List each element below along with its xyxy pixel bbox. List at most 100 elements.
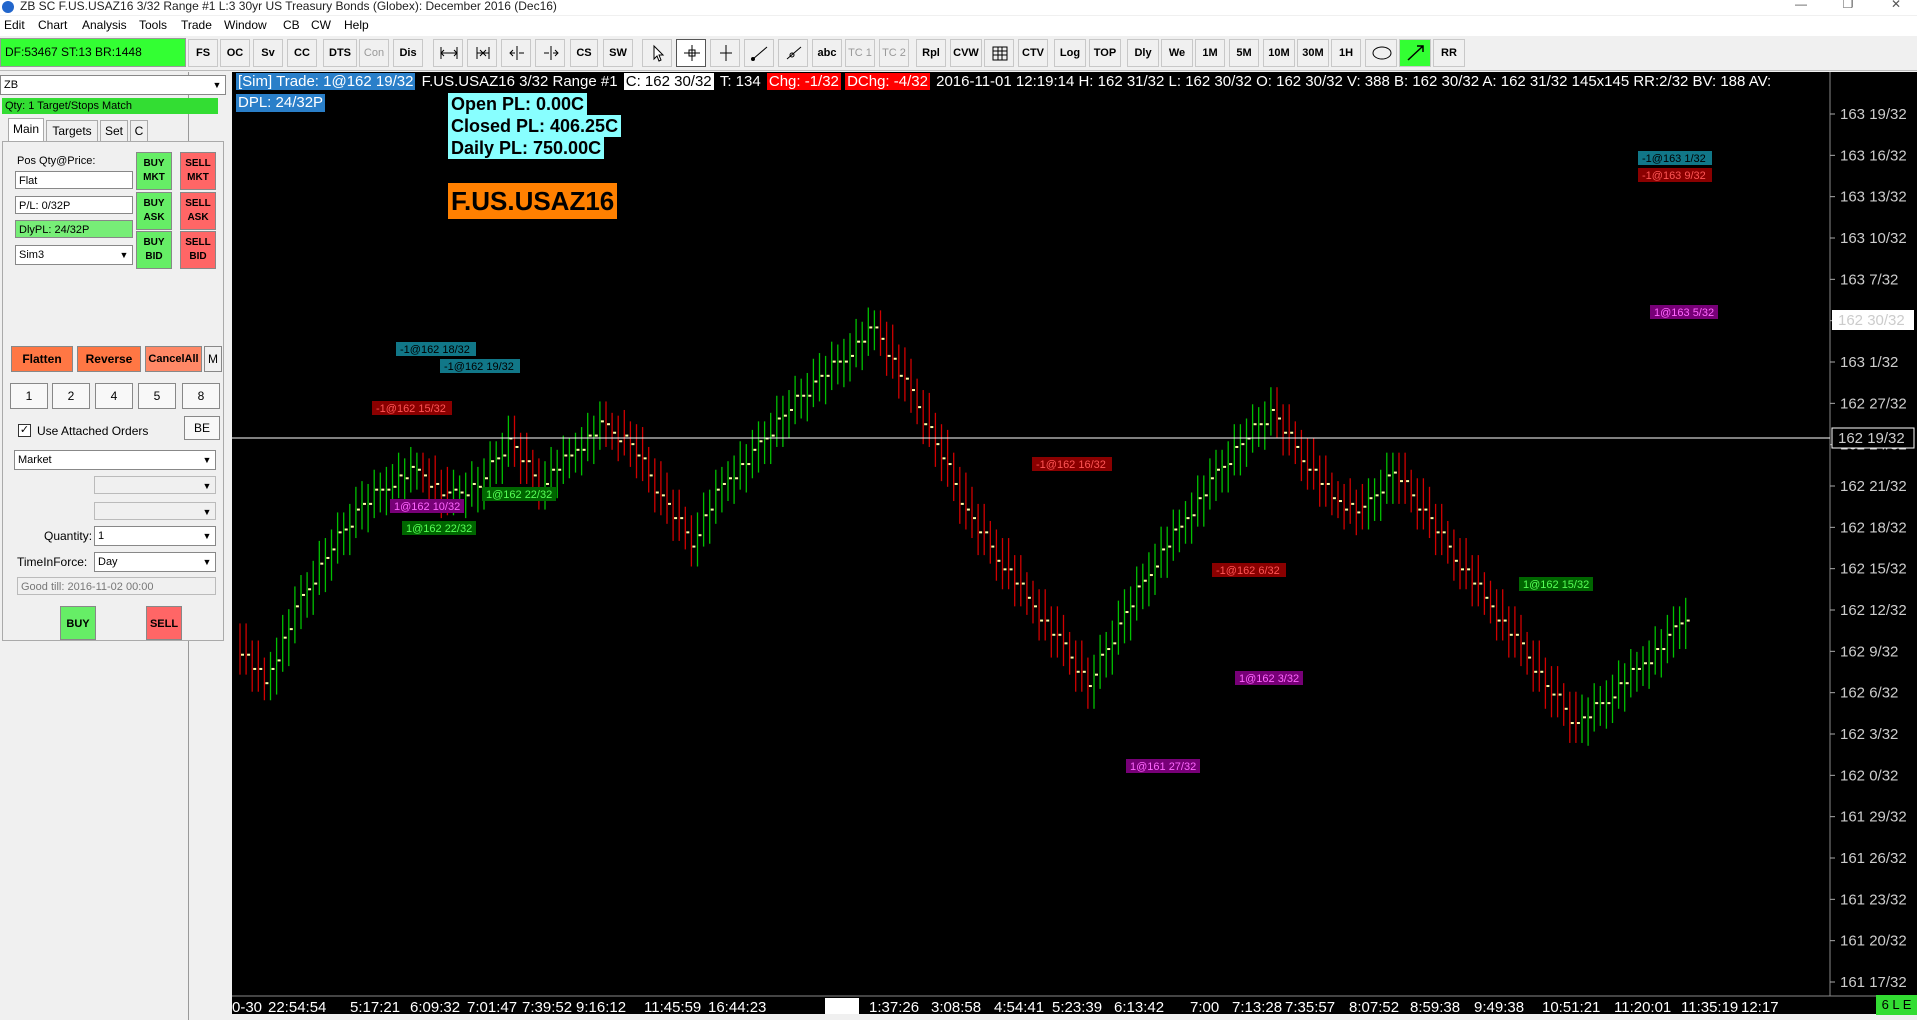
- maximize-button[interactable]: ❐: [1828, 0, 1868, 13]
- close-tick: [1003, 568, 1007, 571]
- rpl-button[interactable]: Rpl: [916, 39, 946, 67]
- close-tick: [1400, 480, 1403, 483]
- qty-2-button[interactable]: 2: [52, 383, 90, 409]
- use-attached-orders-checkbox[interactable]: ✓: [18, 424, 31, 437]
- cs-button[interactable]: CS: [570, 39, 598, 67]
- 1m-button[interactable]: 1M: [1195, 39, 1225, 67]
- close-tick: [1143, 579, 1147, 582]
- close-tick: [1491, 605, 1495, 608]
- qty-4-button[interactable]: 4: [95, 383, 133, 409]
- sell-market-button[interactable]: SELL MKT: [180, 152, 216, 190]
- buy-ask-button[interactable]: BUY ASK: [136, 192, 172, 230]
- close-tick: [1674, 625, 1678, 628]
- top-button[interactable]: TOP: [1089, 39, 1121, 67]
- tc2-button[interactable]: TC 2: [879, 39, 909, 67]
- time-axis-label: 7:01:47: [467, 999, 517, 1014]
- sw-button[interactable]: SW: [603, 39, 633, 67]
- trend-arrow-icon[interactable]: [1399, 39, 1431, 67]
- tab-targets[interactable]: Targets: [46, 120, 98, 141]
- close-tick: [1162, 548, 1166, 551]
- log-button[interactable]: Log: [1054, 39, 1086, 67]
- sell-ask-button[interactable]: SELL ASK: [180, 192, 216, 230]
- price-select-2[interactable]: ▼: [94, 502, 216, 520]
- quantity-select[interactable]: 1 ▼: [94, 526, 216, 546]
- close-tick: [472, 482, 476, 485]
- we-button[interactable]: We: [1161, 39, 1193, 67]
- dly-button[interactable]: Dly: [1127, 39, 1159, 67]
- tab-set[interactable]: Set: [100, 120, 128, 141]
- crosshair-tool-icon[interactable]: [676, 39, 706, 67]
- close-button[interactable]: ✕: [1876, 0, 1916, 13]
- close-tick: [350, 525, 354, 528]
- close-tick: [1662, 648, 1666, 651]
- scale-horizontal-icon[interactable]: [433, 39, 463, 67]
- text-tool-button[interactable]: abc: [812, 39, 842, 67]
- ctv-button[interactable]: CTV: [1018, 39, 1048, 67]
- cvw-button[interactable]: CVW: [950, 39, 982, 67]
- ray-tool-icon[interactable]: [778, 39, 808, 67]
- m-button[interactable]: M: [204, 346, 222, 372]
- reverse-button[interactable]: Reverse: [77, 346, 141, 372]
- price-tick-label: 162 21/32: [1840, 478, 1907, 495]
- 10m-button[interactable]: 10M: [1263, 39, 1295, 67]
- tif-select[interactable]: Day ▼: [94, 552, 216, 572]
- scale-fit-icon[interactable]: [467, 39, 497, 67]
- buy-bid-button[interactable]: BUY BID: [136, 231, 172, 269]
- line-tool-icon[interactable]: [744, 39, 774, 67]
- sell-bid-button[interactable]: SELL BID: [180, 231, 216, 269]
- qty-5-button[interactable]: 5: [138, 383, 176, 409]
- closed-pl-box: Closed PL: 406.25C: [448, 115, 622, 137]
- sell-button[interactable]: SELL: [146, 606, 182, 640]
- rr-button[interactable]: RR: [1433, 39, 1465, 67]
- 5m-button[interactable]: 5M: [1229, 39, 1259, 67]
- oc-button[interactable]: OC: [220, 39, 250, 67]
- close-tick: [338, 531, 342, 534]
- dts-button[interactable]: DTS: [323, 39, 357, 67]
- zoom-in-bars-icon[interactable]: [501, 39, 531, 67]
- menu-tools[interactable]: Tools: [139, 18, 167, 32]
- fs-button[interactable]: FS: [188, 39, 218, 67]
- 30m-button[interactable]: 30M: [1297, 39, 1329, 67]
- vertical-line-tool-icon[interactable]: [710, 39, 740, 67]
- sv-button[interactable]: Sv: [253, 39, 283, 67]
- pl-field: P/L: 0/32P: [15, 196, 133, 214]
- 1h-button[interactable]: 1H: [1331, 39, 1361, 67]
- dis-button[interactable]: Dis: [393, 39, 423, 67]
- menu-cw[interactable]: CW: [311, 18, 331, 32]
- menu-window[interactable]: Window: [224, 18, 267, 32]
- account-select[interactable]: Sim3 ▼: [15, 245, 133, 265]
- close-tick: [442, 494, 446, 497]
- menu-edit[interactable]: Edit: [4, 18, 25, 32]
- price-select-1[interactable]: ▼: [94, 476, 216, 494]
- tab-main[interactable]: Main: [8, 118, 44, 141]
- minimize-button[interactable]: —: [1781, 0, 1821, 13]
- tc1-button[interactable]: TC 1: [845, 39, 875, 67]
- buy-button[interactable]: BUY: [60, 606, 96, 640]
- close-tick: [704, 514, 708, 517]
- close-tick: [966, 508, 970, 511]
- buy-market-button[interactable]: BUY MKT: [136, 152, 172, 190]
- be-button[interactable]: BE: [184, 416, 220, 440]
- qty-8-button[interactable]: 8: [182, 383, 220, 409]
- menu-help[interactable]: Help: [344, 18, 369, 32]
- close-tick: [918, 406, 922, 409]
- calendar-grid-icon[interactable]: [984, 39, 1014, 67]
- time-axis-label: 7:13:28: [1232, 999, 1282, 1014]
- cc-button[interactable]: CC: [287, 39, 317, 67]
- flatten-button[interactable]: Flatten: [11, 346, 73, 372]
- symbol-select[interactable]: ZB ▼: [0, 75, 226, 95]
- ellipse-tool-icon[interactable]: [1365, 39, 1397, 67]
- menu-chart[interactable]: Chart: [38, 18, 67, 32]
- qty-1-button[interactable]: 1: [10, 383, 48, 409]
- menu-cb[interactable]: CB: [283, 18, 300, 32]
- zoom-out-bars-icon[interactable]: [535, 39, 565, 67]
- pointer-tool-icon[interactable]: [642, 39, 672, 67]
- tif-value: Day: [98, 556, 118, 568]
- tab-c[interactable]: C: [130, 120, 148, 141]
- order-type-select[interactable]: Market ▼: [14, 450, 216, 470]
- con-button[interactable]: Con: [359, 39, 389, 67]
- close-tick: [1021, 582, 1025, 585]
- menu-trade[interactable]: Trade: [181, 18, 212, 32]
- menu-analysis[interactable]: Analysis: [82, 18, 127, 32]
- cancel-all-button[interactable]: CancelAll: [145, 346, 202, 372]
